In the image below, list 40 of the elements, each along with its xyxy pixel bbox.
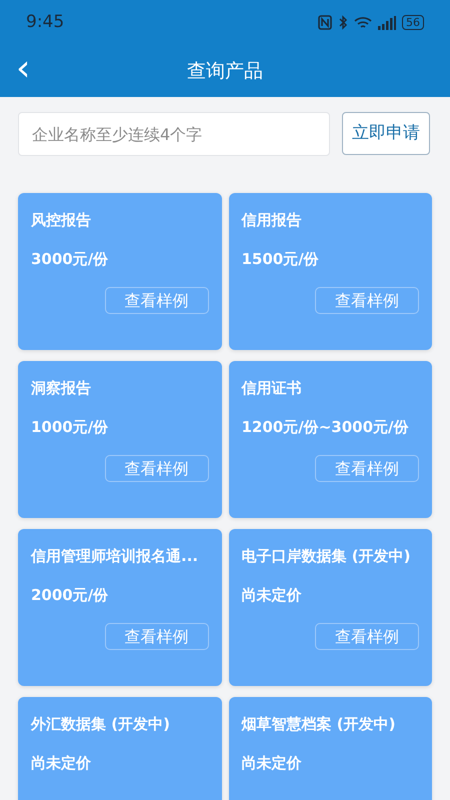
- product-price: 1500元/份: [242, 248, 320, 270]
- status-time: 9:45: [26, 10, 64, 34]
- product-title: 洞察报告: [31, 378, 92, 399]
- product-title: 风控报告: [31, 210, 92, 231]
- view-sample-button[interactable]: 查看样例: [104, 287, 208, 314]
- battery-indicator: 56: [402, 15, 424, 30]
- product-card[interactable]: 风控报告 3000元/份 查看样例: [18, 193, 222, 350]
- back-button[interactable]: ‹: [0, 51, 30, 91]
- product-title: 信用报告: [242, 210, 302, 231]
- signal-icon: [378, 16, 396, 30]
- wifi-icon: [354, 16, 372, 30]
- product-card[interactable]: 烟草智慧档案 (开发中) 尚未定价: [228, 697, 432, 800]
- product-title: 电子口岸数据集 (开发中): [242, 546, 412, 567]
- product-price: 尚未定价: [242, 752, 302, 774]
- product-price: 尚未定价: [31, 752, 92, 774]
- product-title: 外汇数据集 (开发中): [31, 714, 171, 735]
- apply-button[interactable]: 立即申请: [342, 112, 430, 155]
- product-card[interactable]: 信用管理师培训报名通... 2000元/份 查看样例: [18, 529, 222, 686]
- product-card[interactable]: 信用报告 1500元/份 查看样例: [228, 193, 432, 350]
- bluetooth-icon: [338, 15, 348, 30]
- product-card[interactable]: 电子口岸数据集 (开发中) 尚未定价 查看样例: [228, 529, 432, 686]
- product-price: 1000元/份: [31, 416, 110, 438]
- product-title: 信用证书: [242, 378, 302, 399]
- product-title: 烟草智慧档案 (开发中): [242, 714, 396, 735]
- company-search-field[interactable]: 企业名称至少连续4个字: [18, 112, 330, 156]
- product-card[interactable]: 外汇数据集 (开发中) 尚未定价: [18, 697, 222, 800]
- page-title: 查询产品: [187, 58, 263, 84]
- product-price: 2000元/份: [31, 584, 110, 606]
- product-card[interactable]: 洞察报告 1000元/份 查看样例: [18, 361, 222, 518]
- product-price: 1200元/份~3000元/份: [242, 416, 410, 438]
- view-sample-button[interactable]: 查看样例: [315, 623, 419, 650]
- view-sample-button[interactable]: 查看样例: [315, 455, 419, 482]
- view-sample-button[interactable]: 查看样例: [104, 623, 208, 650]
- product-title: 信用管理师培训报名通...: [31, 546, 200, 567]
- nfc-icon: [318, 15, 332, 30]
- view-sample-button[interactable]: 查看样例: [315, 287, 419, 314]
- product-card[interactable]: 信用证书 1200元/份~3000元/份 查看样例: [228, 361, 432, 518]
- view-sample-button[interactable]: 查看样例: [104, 455, 208, 482]
- product-price: 3000元/份: [31, 248, 110, 270]
- product-price: 尚未定价: [242, 584, 302, 606]
